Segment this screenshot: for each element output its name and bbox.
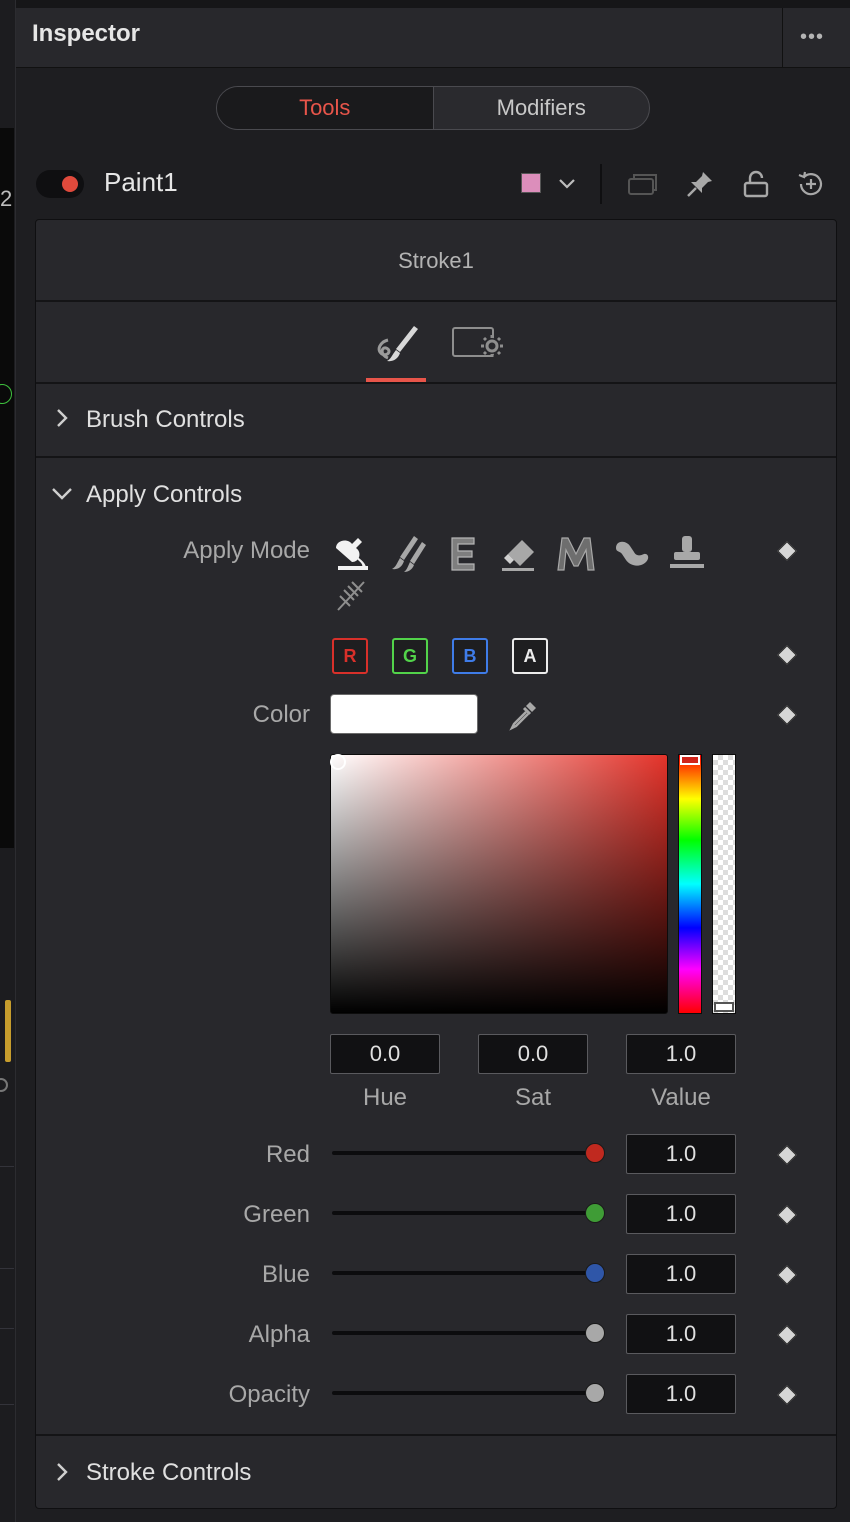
left-panel-divider	[0, 1166, 14, 1167]
versions-icon[interactable]	[626, 168, 658, 200]
red-field[interactable]: 1.0	[626, 1134, 736, 1174]
color-label: Color	[252, 701, 310, 728]
green-label: Green	[243, 1201, 310, 1228]
left-panel-divider	[0, 1328, 14, 1329]
apply-color-icon[interactable]	[332, 534, 372, 574]
lock-icon[interactable]	[740, 168, 772, 200]
inspector-title: Inspector	[32, 20, 141, 47]
sat-label: Sat	[514, 1084, 552, 1111]
hue-slider[interactable]	[678, 754, 702, 1014]
inspector-header	[16, 8, 850, 68]
green-slider[interactable]	[332, 1211, 596, 1215]
apply-mode-label: Apply Mode	[183, 537, 310, 564]
apply-emboss-icon[interactable]	[444, 534, 484, 574]
pin-icon[interactable]	[684, 168, 716, 200]
blue-slider[interactable]	[332, 1271, 596, 1275]
tab-modifiers[interactable]: Modifiers	[434, 87, 650, 129]
hue-slider-handle[interactable]	[680, 755, 700, 765]
node-name: Paint1	[104, 167, 178, 197]
apply-merge-icon[interactable]	[556, 534, 596, 574]
alpha-picker-slider[interactable]	[712, 754, 736, 1014]
alpha-slider[interactable]	[332, 1331, 596, 1335]
node-color-swatch[interactable]	[521, 173, 541, 193]
saturation-value-picker[interactable]	[330, 754, 668, 1014]
opacity-slider[interactable]	[332, 1391, 596, 1395]
sat-field[interactable]: 0.0	[478, 1034, 588, 1074]
left-panel-text: 2	[0, 186, 13, 211]
red-slider-knob[interactable]	[585, 1143, 605, 1163]
blue-field[interactable]: 1.0	[626, 1254, 736, 1294]
hue-label: Hue	[362, 1084, 408, 1111]
left-panel-divider	[0, 1404, 14, 1405]
chevron-right-icon[interactable]	[54, 406, 70, 436]
alpha-picker-handle[interactable]	[714, 1002, 734, 1012]
green-field[interactable]: 1.0	[626, 1194, 736, 1234]
inspector-tab-switch: Tools Modifiers	[216, 86, 650, 130]
eyedropper-icon[interactable]	[506, 698, 540, 732]
apply-stamp-icon[interactable]	[668, 534, 708, 574]
alpha-field[interactable]: 1.0	[626, 1314, 736, 1354]
apply-controls-label: Apply Controls	[86, 481, 243, 508]
settings-tab-icon[interactable]	[452, 326, 504, 362]
hue-field[interactable]: 0.0	[330, 1034, 440, 1074]
left-panel-divider	[0, 1268, 14, 1269]
paint-brush-tab-icon[interactable]	[374, 322, 420, 366]
color-well[interactable]	[330, 694, 478, 734]
blue-slider-knob[interactable]	[585, 1263, 605, 1283]
apply-erase-icon[interactable]	[500, 534, 540, 574]
channel-g-button[interactable]: G	[392, 638, 428, 674]
stroke-controls-label: Stroke Controls	[86, 1459, 252, 1486]
channel-b-button[interactable]: B	[452, 638, 488, 674]
apply-smear-icon[interactable]	[612, 534, 652, 574]
more-options-icon[interactable]: •••	[800, 26, 824, 49]
apply-wire-icon[interactable]	[332, 576, 372, 616]
left-panel-viewer	[0, 128, 14, 848]
chevron-right-icon[interactable]	[54, 1460, 70, 1490]
red-label: Red	[265, 1141, 310, 1168]
tab-tools[interactable]: Tools	[217, 87, 434, 129]
apply-clone-icon[interactable]	[388, 534, 428, 574]
red-slider[interactable]	[332, 1151, 596, 1155]
opacity-label: Opacity	[228, 1381, 310, 1408]
brush-controls-label: Brush Controls	[86, 406, 245, 433]
alpha-label: Alpha	[248, 1321, 310, 1348]
reset-icon[interactable]	[795, 168, 827, 200]
chevron-down-icon[interactable]	[556, 172, 578, 199]
divider	[36, 300, 836, 302]
divider	[36, 456, 836, 458]
value-label: Value	[651, 1084, 711, 1111]
value-field[interactable]: 1.0	[626, 1034, 736, 1074]
channel-r-button[interactable]: R	[332, 638, 368, 674]
left-panel-marker	[5, 1000, 11, 1062]
node-enable-indicator	[62, 176, 78, 192]
top-edge	[16, 0, 850, 8]
blue-label: Blue	[261, 1261, 310, 1288]
sv-picker-marker[interactable]	[330, 754, 346, 770]
chevron-down-icon[interactable]	[50, 484, 74, 510]
alpha-slider-knob[interactable]	[585, 1323, 605, 1343]
stroke-title: Stroke1	[398, 248, 474, 273]
opacity-field[interactable]: 1.0	[626, 1374, 736, 1414]
header-divider	[782, 8, 783, 68]
node-header-divider	[600, 164, 602, 204]
opacity-slider-knob[interactable]	[585, 1383, 605, 1403]
channel-a-button[interactable]: A	[512, 638, 548, 674]
green-slider-knob[interactable]	[585, 1203, 605, 1223]
